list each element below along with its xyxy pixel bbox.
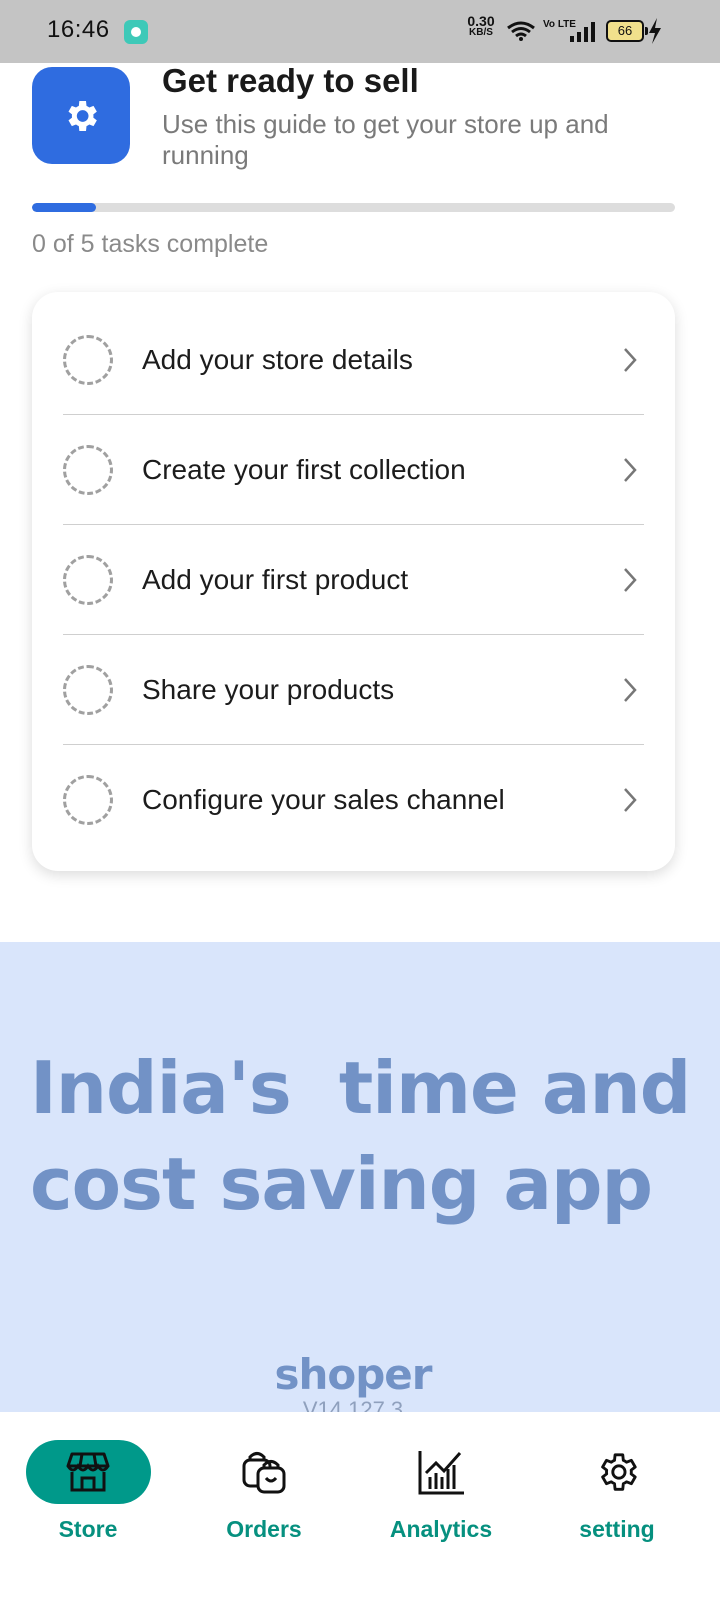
cell-signal-icon [570,22,595,42]
orders-icon [242,1452,286,1494]
wifi-icon [507,21,535,41]
gear-icon [68,100,97,131]
chevron-right-icon [616,566,644,594]
charging-bolt-icon [649,18,661,44]
incomplete-status-icon [63,444,113,495]
battery-icon: 66 [606,20,648,42]
page-title: Get ready to sell [162,62,419,99]
nav-store[interactable]: Store [8,1440,168,1543]
task-label: Configure your sales channel [142,784,505,815]
progress-bar-fill [32,203,97,212]
nav-store-icon-pill [25,1440,151,1504]
chevron-right-icon [616,786,644,814]
progress-text: 0 of 5 tasks complete [32,230,269,258]
nav-label: Orders [226,1516,302,1542]
task-label: Add your store details [142,343,413,375]
task-share-products[interactable]: Share your products [63,635,644,745]
incomplete-status-icon [63,664,113,715]
chevron-right-icon [616,676,644,704]
status-bar: 16:46 0.30 KB/S Vo LTE 66 [0,0,720,63]
task-label: Share your products [142,673,395,705]
brand-name: shoper [274,1350,432,1399]
task-list-card: Add your store details Create your first… [32,292,675,871]
nav-setting-icon-wrap [537,1440,697,1504]
setup-guide-icon [32,67,130,164]
nav-label: Analytics [389,1516,493,1542]
promo-headline: India's time and cost saving app [30,1046,691,1226]
network-speed-value: 0.30 [467,13,495,29]
network-speed: 0.30 KB/S [464,13,498,38]
progress-bar [32,203,675,212]
task-first-product[interactable]: Add your first product [63,525,644,635]
task-label: Add your first product [142,563,409,595]
app-version: V14.127.3 [302,1397,404,1412]
incomplete-status-icon [63,775,113,825]
nav-orders-icon-wrap [184,1440,344,1504]
chevron-right-icon [616,346,644,374]
bottom-navigation: Store Orders Analytics setting [0,1412,720,1600]
chevron-right-icon [616,456,644,484]
gear-icon [601,1453,637,1491]
analytics-icon [418,1451,464,1495]
nav-analytics-icon-wrap [361,1440,521,1504]
nav-orders[interactable]: Orders [184,1440,344,1543]
promo-banner: India's time and cost saving app shoper … [0,942,720,1412]
incomplete-status-icon [63,334,113,385]
nav-label: setting [579,1516,655,1542]
nav-analytics[interactable]: Analytics [361,1440,521,1543]
store-icon [66,1452,110,1492]
task-first-collection[interactable]: Create your first collection [63,415,644,525]
nav-label: Store [58,1516,118,1542]
incomplete-status-icon [63,554,113,605]
status-time: 16:46 [47,16,110,43]
task-label: Create your first collection [142,453,466,485]
nav-setting[interactable]: setting [537,1440,697,1543]
network-speed-unit: KB/S [469,27,493,38]
task-sales-channel[interactable]: Configure your sales channel [63,745,644,855]
notification-app-icon [124,20,148,44]
task-store-details[interactable]: Add your store details [63,305,644,415]
page-subtitle: Use this guide to get your store up and … [162,109,609,170]
